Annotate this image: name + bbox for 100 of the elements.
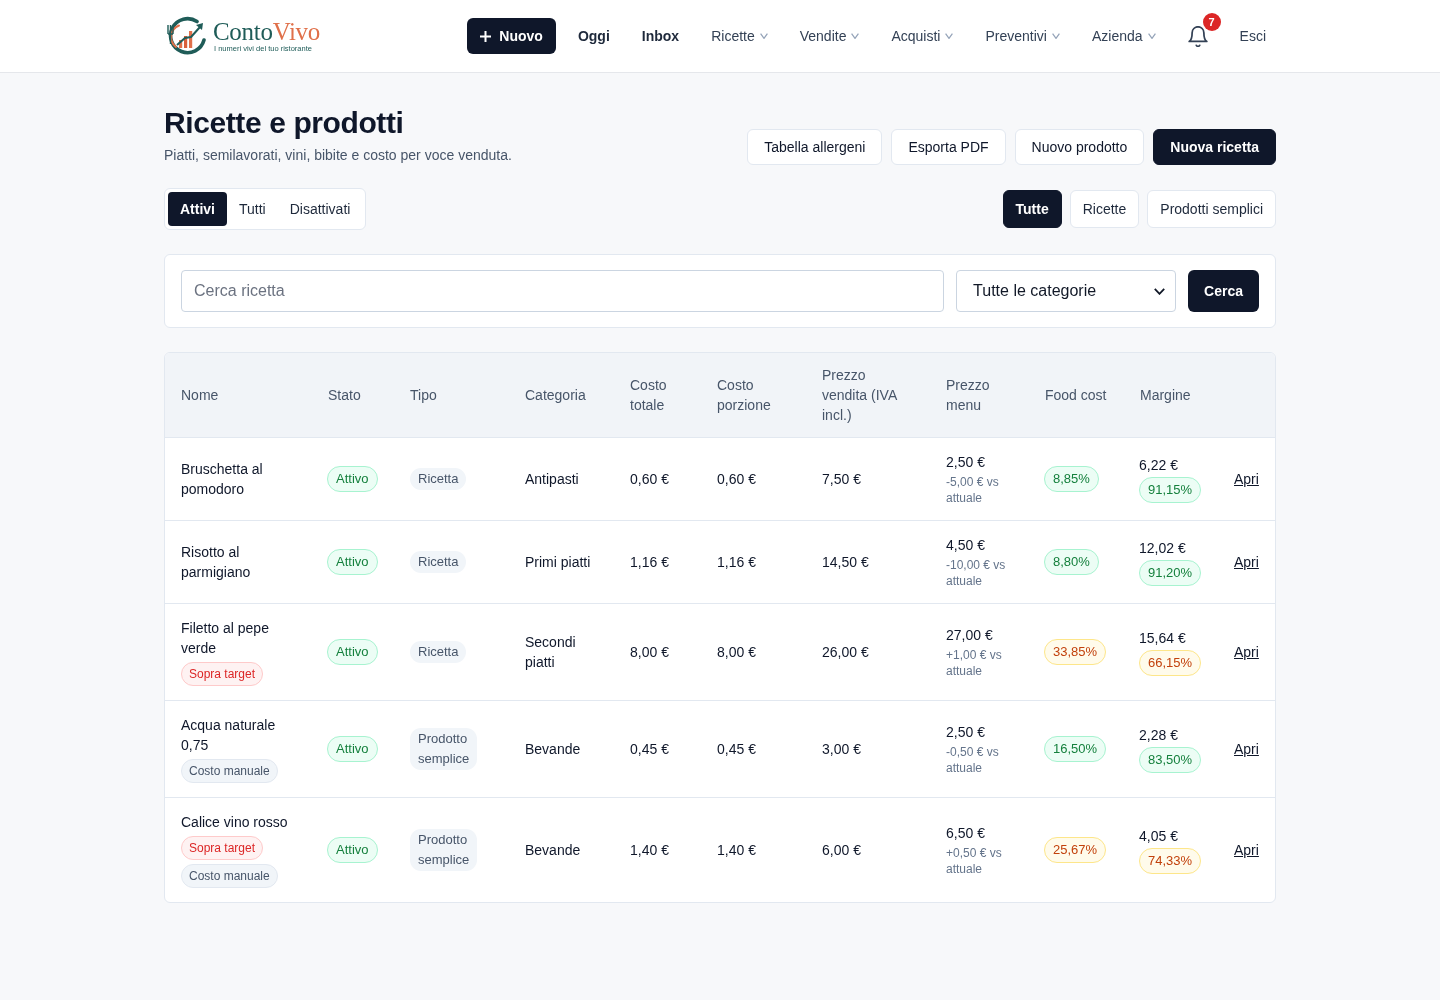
category-text: Primi piatti bbox=[525, 554, 591, 570]
menu-price-text: 2,50 € bbox=[946, 453, 986, 472]
primary-action-button[interactable]: Nuova ricetta bbox=[1153, 129, 1276, 165]
category-text: Bevande bbox=[525, 741, 581, 757]
recipe-name: Calice vino rosso bbox=[181, 813, 289, 832]
column-header: Food cost bbox=[1029, 353, 1124, 438]
status-badge: Attivo bbox=[327, 736, 378, 762]
portion-cost-text: 1,16 € bbox=[717, 554, 756, 570]
type-badge: Prodotto semplice bbox=[410, 728, 478, 770]
menu-price-text: 6,50 € bbox=[946, 824, 986, 843]
margin-amount-text: 2,28 € bbox=[1139, 726, 1179, 745]
action-button[interactable]: Esporta PDF bbox=[891, 129, 1006, 165]
margin-amount-text: 6,22 € bbox=[1139, 456, 1179, 475]
food-cost-badge: 25,67% bbox=[1044, 837, 1107, 863]
status-badge: Attivo bbox=[327, 639, 378, 665]
bell-icon[interactable] bbox=[1187, 25, 1208, 47]
sale-price-text: 14,50 € bbox=[822, 554, 869, 570]
recipe-name: Bruschetta al pomodoro bbox=[181, 460, 264, 499]
column-header: Categoria bbox=[509, 353, 614, 438]
margin-percent-badge: 91,20% bbox=[1139, 560, 1202, 586]
margin-percent-badge: 91,15% bbox=[1139, 477, 1202, 503]
portion-cost-text: 0,60 € bbox=[717, 471, 756, 487]
type-filter-button[interactable]: Tutte bbox=[1002, 190, 1062, 228]
type-badge: Ricetta bbox=[410, 468, 467, 490]
portion-cost-text: 8,00 € bbox=[717, 644, 756, 660]
caret-icon bbox=[945, 33, 954, 39]
status-tab[interactable]: Attivi bbox=[168, 192, 227, 226]
open-link[interactable]: Apri bbox=[1234, 554, 1259, 570]
nav-link[interactable]: Inbox bbox=[625, 28, 696, 44]
type-filter-button[interactable]: Prodotti semplici bbox=[1147, 190, 1276, 228]
nav-menu[interactable]: Preventivi bbox=[969, 28, 1076, 44]
status-tab[interactable]: Tutti bbox=[227, 192, 278, 226]
search-button[interactable]: Cerca bbox=[1188, 270, 1259, 312]
info-tag: Costo manuale bbox=[181, 864, 278, 888]
open-link[interactable]: Apri bbox=[1234, 741, 1259, 757]
column-header: Prezzo menu bbox=[930, 353, 1029, 438]
category-select[interactable]: Tutte le categorie bbox=[956, 270, 1177, 312]
status-badge: Attivo bbox=[327, 466, 378, 492]
sale-price-text: 6,00 € bbox=[822, 842, 861, 858]
total-cost-text: 0,45 € bbox=[630, 741, 669, 757]
food-cost-badge: 33,85% bbox=[1044, 639, 1107, 665]
menu-price-text: 4,50 € bbox=[946, 536, 986, 555]
category-text: Antipasti bbox=[525, 471, 579, 487]
search-field[interactable]: Cerca ricetta bbox=[181, 270, 945, 312]
brand-name: ContoVivo bbox=[213, 19, 320, 44]
status-tab[interactable]: Disattivati bbox=[277, 192, 363, 226]
price-difference-text: +0,50 € vs attuale bbox=[946, 845, 1003, 877]
open-link[interactable]: Apri bbox=[1234, 644, 1259, 660]
price-difference-text: -0,50 € vs attuale bbox=[946, 744, 1000, 776]
column-header: Stato bbox=[312, 353, 394, 438]
total-cost-text: 1,40 € bbox=[630, 842, 669, 858]
open-link[interactable]: Apri bbox=[1234, 471, 1259, 487]
margin-percent-badge: 74,33% bbox=[1139, 848, 1202, 874]
recipe-name: Risotto al parmigiano bbox=[181, 543, 252, 582]
page-title: Ricette e prodotti bbox=[164, 105, 405, 141]
margin-amount-text: 12,02 € bbox=[1139, 539, 1187, 558]
portion-cost-text: 1,40 € bbox=[717, 842, 756, 858]
price-difference-text: -10,00 € vs attuale bbox=[946, 557, 1007, 589]
margin-amount-text: 15,64 € bbox=[1139, 629, 1187, 648]
column-header: Nome bbox=[165, 353, 312, 438]
recipe-name: Acqua naturale 0,75 bbox=[181, 716, 277, 755]
nav-menu[interactable]: Azienda bbox=[1075, 28, 1172, 44]
margin-amount-text: 4,05 € bbox=[1139, 827, 1179, 846]
type-badge: Prodotto semplice bbox=[410, 829, 478, 871]
price-difference-text: +1,00 € vs attuale bbox=[946, 647, 1003, 679]
alert-tag: Sopra target bbox=[181, 836, 264, 860]
column-header: Costo totale bbox=[614, 353, 701, 438]
nav-menu[interactable]: Vendite bbox=[783, 28, 876, 44]
nav-menu[interactable]: Acquisti bbox=[875, 28, 970, 44]
nav-link[interactable]: Oggi bbox=[561, 28, 626, 44]
total-cost-text: 1,16 € bbox=[630, 554, 669, 570]
nav-menu[interactable]: Ricette bbox=[695, 28, 784, 44]
logout-link[interactable]: Esci bbox=[1223, 28, 1266, 44]
margin-percent-badge: 66,15% bbox=[1139, 650, 1202, 676]
notification-count: 7 bbox=[1202, 12, 1221, 31]
food-cost-badge: 8,80% bbox=[1044, 549, 1099, 575]
food-cost-badge: 8,85% bbox=[1044, 466, 1099, 492]
category-text: Bevande bbox=[525, 842, 581, 858]
caret-icon bbox=[759, 33, 768, 39]
column-header: Tipo bbox=[394, 353, 509, 438]
food-cost-badge: 16,50% bbox=[1044, 736, 1107, 762]
action-button[interactable]: Tabella allergeni bbox=[747, 129, 883, 165]
open-link[interactable]: Apri bbox=[1234, 842, 1259, 858]
total-cost-text: 8,00 € bbox=[630, 644, 669, 660]
recipe-name: Filetto al pepe verde bbox=[181, 619, 270, 658]
action-button[interactable]: Nuovo prodotto bbox=[1014, 129, 1145, 165]
total-cost-text: 0,60 € bbox=[630, 471, 669, 487]
sale-price-text: 26,00 € bbox=[822, 644, 869, 660]
type-filter-button[interactable]: Ricette bbox=[1069, 190, 1140, 228]
category-text: Secondi piatti bbox=[525, 634, 576, 670]
alert-tag: Sopra target bbox=[181, 662, 264, 686]
sale-price-text: 3,00 € bbox=[822, 741, 861, 757]
type-badge: Ricetta bbox=[410, 551, 467, 573]
menu-price-text: 27,00 € bbox=[946, 626, 994, 645]
new-button[interactable]: Nuovo bbox=[467, 18, 556, 54]
margin-percent-badge: 83,50% bbox=[1139, 747, 1202, 773]
column-header: Costo porzione bbox=[701, 353, 806, 438]
sale-price-text: 7,50 € bbox=[822, 471, 861, 487]
status-badge: Attivo bbox=[327, 837, 378, 863]
portion-cost-text: 0,45 € bbox=[717, 741, 756, 757]
